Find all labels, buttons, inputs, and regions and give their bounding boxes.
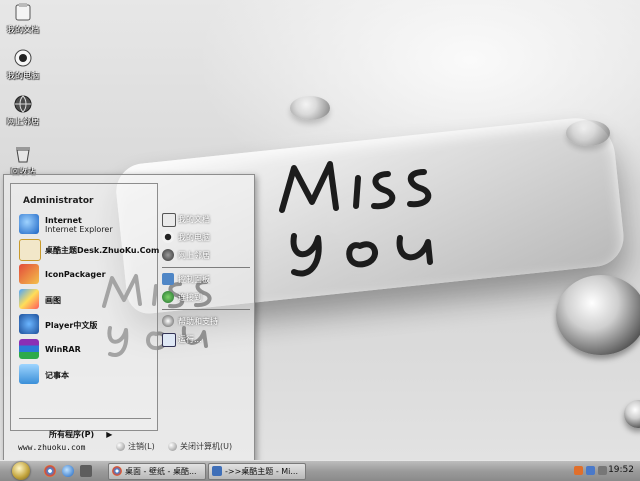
pinned-item-title: WinRAR (45, 345, 81, 354)
places-separator (162, 309, 250, 310)
winrar-icon (19, 339, 39, 359)
all-programs-button[interactable]: 所有程序(P) ▶ (49, 429, 112, 440)
wallpaper-water-drop (556, 275, 640, 355)
desktop-icon-label: 我的文档 (7, 25, 39, 34)
wallpaper-water-drop (566, 120, 610, 146)
show-desktop-icon[interactable] (80, 465, 92, 477)
run-icon (162, 333, 176, 347)
start-menu-user-name: Administrator (23, 196, 94, 206)
start-button[interactable] (12, 462, 30, 480)
place-item-label: 我的电脑 (178, 233, 210, 242)
pinned-item-internet-explorer[interactable]: Internet Internet Explorer (19, 214, 155, 236)
place-item-connect-to[interactable]: 连接到 (162, 291, 252, 305)
network-places-icon (162, 249, 174, 261)
shutdown-button[interactable]: 关闭计算机(U) (168, 441, 232, 452)
logoff-label: 注销(L) (128, 442, 155, 451)
desktop-icon-my-documents[interactable]: 我的文档 (0, 2, 46, 35)
place-item-label: 连接到 (178, 293, 202, 302)
help-icon (162, 315, 174, 327)
place-item-label: 我的文档 (178, 215, 210, 224)
taskbar-button-label: 桌面 - 壁纸 - 桌酷... (125, 467, 197, 476)
all-programs-separator (19, 418, 151, 419)
pinned-item-subtitle: Internet Explorer (45, 225, 113, 234)
place-item-help[interactable]: 帮助和支持 (162, 315, 252, 329)
place-item-my-documents[interactable]: 我的文档 (162, 213, 252, 227)
my-computer-icon (13, 48, 33, 68)
pinned-item-media-player[interactable]: Player中文版 (19, 314, 155, 336)
pinned-item-winrar[interactable]: WinRAR (19, 339, 155, 361)
zhuoku-theme-icon (19, 239, 41, 261)
pinned-item-iconpackager[interactable]: IconPackager (19, 264, 155, 286)
taskbar-button-label: ->>桌酷主题 - Mi... (225, 467, 299, 476)
ie-icon[interactable] (62, 465, 74, 477)
place-item-label: 网上邻居 (178, 251, 210, 260)
control-panel-icon (162, 273, 174, 285)
start-menu: Administrator Internet Internet Explorer… (3, 174, 255, 463)
logoff-button[interactable]: 注销(L) (116, 441, 155, 452)
network-places-icon (13, 94, 33, 114)
pinned-item-title: IconPackager (45, 270, 106, 279)
pinned-item-title: 画图 (45, 296, 61, 305)
place-item-my-computer[interactable]: 我的电脑 (162, 231, 252, 245)
taskbar-button-window[interactable]: ->>桌酷主题 - Mi... (208, 463, 306, 480)
logoff-icon (116, 442, 125, 451)
pinned-item-paint[interactable]: 画图 (19, 289, 155, 311)
media-player-icon (19, 314, 39, 334)
ime-icon[interactable] (574, 466, 583, 475)
places-separator (162, 267, 250, 268)
pinned-item-title: Player中文版 (45, 321, 98, 330)
connect-to-icon (162, 291, 174, 303)
my-documents-icon (13, 2, 33, 22)
internet-explorer-icon (19, 214, 39, 234)
pinned-item-title: 桌酷主题Desk.ZhuoKu.Com (45, 246, 160, 255)
taskbar: 桌面 - 壁纸 - 桌酷... ->>桌酷主题 - Mi... 19:52 (0, 460, 640, 481)
shutdown-label: 关闭计算机(U) (180, 442, 233, 451)
volume-icon[interactable] (598, 466, 607, 475)
paint-icon (19, 289, 39, 309)
place-item-run[interactable]: 运行... (162, 333, 252, 347)
network-icon[interactable] (586, 466, 595, 475)
desktop-icon-recycle-bin[interactable]: 回收站 (0, 144, 46, 177)
desktop-icon-my-computer[interactable]: 我的电脑 (0, 48, 46, 81)
place-item-network-places[interactable]: 网上邻居 (162, 249, 252, 263)
all-programs-label: 所有程序(P) (49, 430, 95, 439)
place-item-label: 运行... (178, 335, 202, 344)
wallpaper-handwriting (279, 161, 433, 277)
start-menu-programs-pane: Administrator Internet Internet Explorer… (10, 183, 159, 439)
my-computer-icon (162, 231, 174, 243)
system-tray: 19:52 (568, 461, 640, 481)
place-item-label: 帮助和支持 (178, 317, 218, 326)
pinned-item-notepad[interactable]: 记事本 (19, 364, 155, 386)
window-icon (212, 466, 222, 476)
pinned-item-title: Internet (45, 216, 82, 225)
power-icon (168, 442, 177, 451)
chrome-icon[interactable] (44, 465, 56, 477)
place-item-control-panel[interactable]: 控制面板 (162, 273, 252, 287)
notepad-icon (19, 364, 39, 384)
desktop-icon-label: 我的电脑 (7, 71, 39, 80)
taskbar-button-browser[interactable]: 桌面 - 壁纸 - 桌酷... (108, 463, 206, 480)
desktop-icon-network-places[interactable]: 网上邻居 (0, 94, 46, 127)
desktop-icon-label: 网上邻居 (7, 117, 39, 126)
place-item-label: 控制面板 (178, 275, 210, 284)
taskbar-clock[interactable]: 19:52 (608, 465, 634, 475)
pinned-item-title: 记事本 (45, 371, 69, 380)
pinned-item-zhuoku-theme[interactable]: 桌酷主题Desk.ZhuoKu.Com (19, 239, 159, 261)
arrow-right-icon: ▶ (106, 430, 113, 439)
recycle-bin-icon (13, 144, 33, 164)
wallpaper-water-drop (290, 96, 330, 120)
wallpaper-water-drop (624, 400, 640, 428)
iconpackager-icon (19, 264, 39, 284)
my-documents-icon (162, 213, 176, 227)
start-menu-footer-url: www.zhuoku.com (18, 443, 86, 452)
chrome-icon (112, 466, 122, 476)
